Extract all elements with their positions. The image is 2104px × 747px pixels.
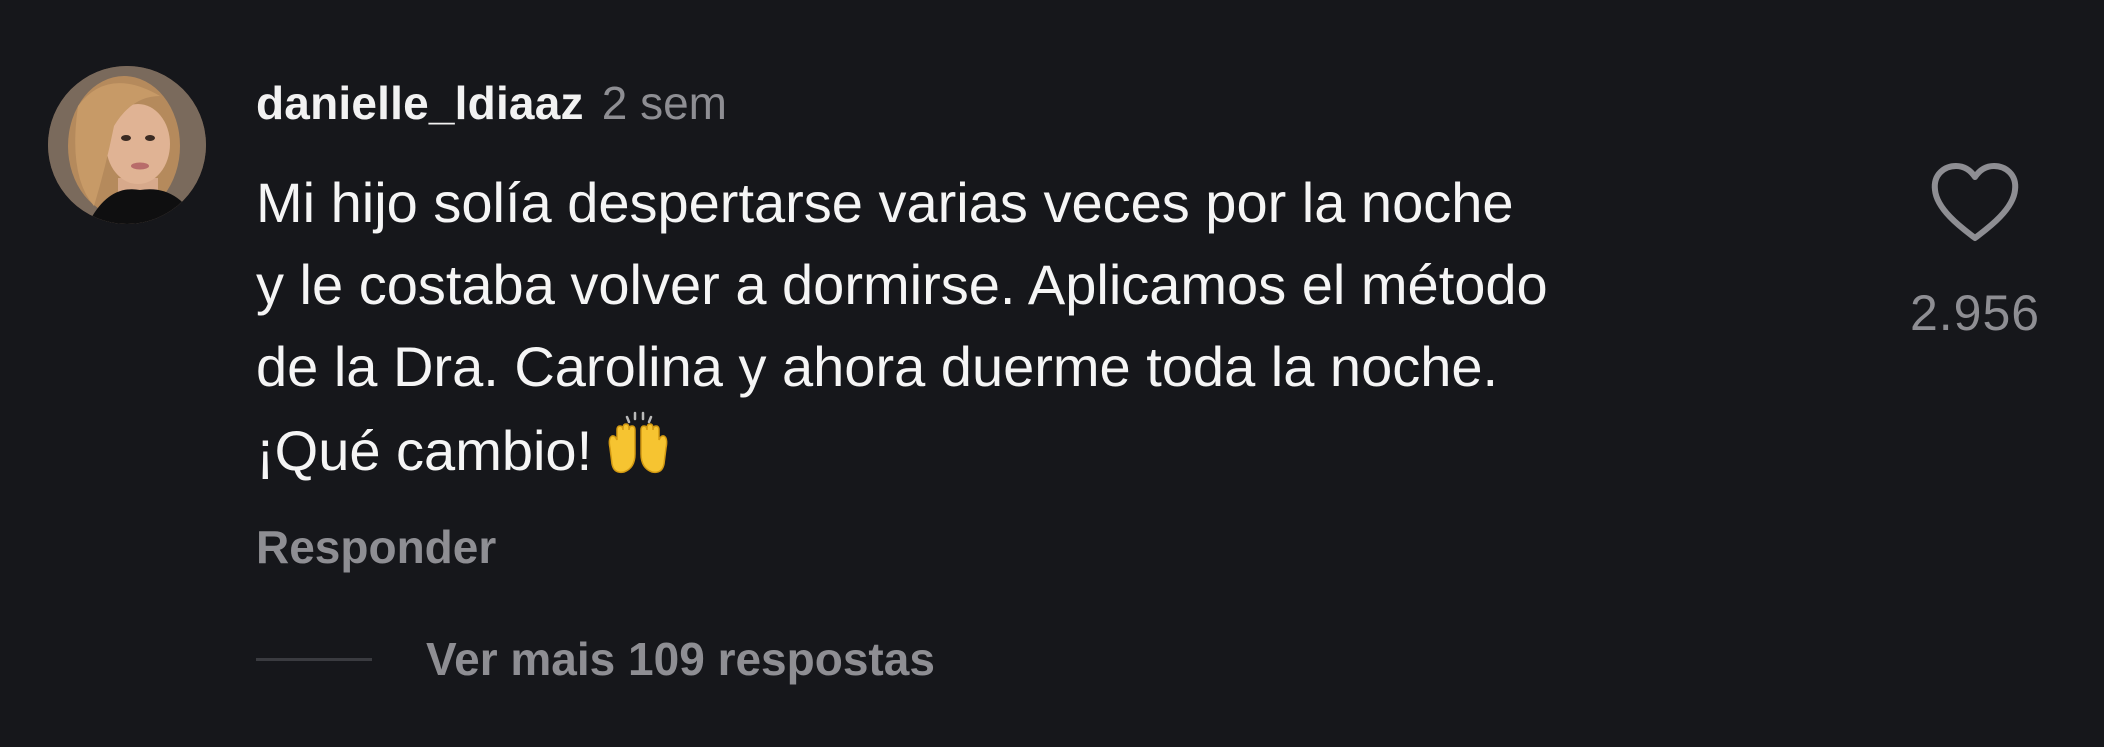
comment-item: danielle_ldiaaz 2 sem Mi hijo solía desp… xyxy=(0,0,2104,747)
comment-text-line: ¡Qué cambio! xyxy=(256,419,593,482)
username[interactable]: danielle_ldiaaz xyxy=(256,76,584,130)
comment-header: danielle_ldiaaz 2 sem xyxy=(256,76,727,136)
comment-text-line-last: ¡Qué cambio! xyxy=(256,408,1856,502)
avatar[interactable] xyxy=(48,66,206,224)
like-count: 2.956 xyxy=(1909,285,2041,341)
view-more-replies-label: Ver mais 109 respostas xyxy=(426,633,935,685)
comment-text-line: Mi hijo solía despertarse varias veces p… xyxy=(256,171,1514,234)
raising-hands-icon xyxy=(602,408,674,502)
divider-line xyxy=(256,657,372,661)
comment-text: Mi hijo solía despertarse varias veces p… xyxy=(256,162,1856,502)
comment-text-line: de la Dra. Carolina y ahora duerme toda … xyxy=(256,335,1499,398)
timestamp: 2 sem xyxy=(601,77,727,129)
reply-button[interactable]: Responder xyxy=(256,520,496,574)
view-more-replies-button[interactable]: Ver mais 109 respostas xyxy=(256,632,935,686)
like-section: 2.956 xyxy=(1880,160,2070,342)
avatar-image xyxy=(48,66,206,224)
comment-text-line: y le costaba volver a dormirse. Aplicamo… xyxy=(256,253,1548,316)
heart-icon[interactable] xyxy=(1929,160,2021,244)
